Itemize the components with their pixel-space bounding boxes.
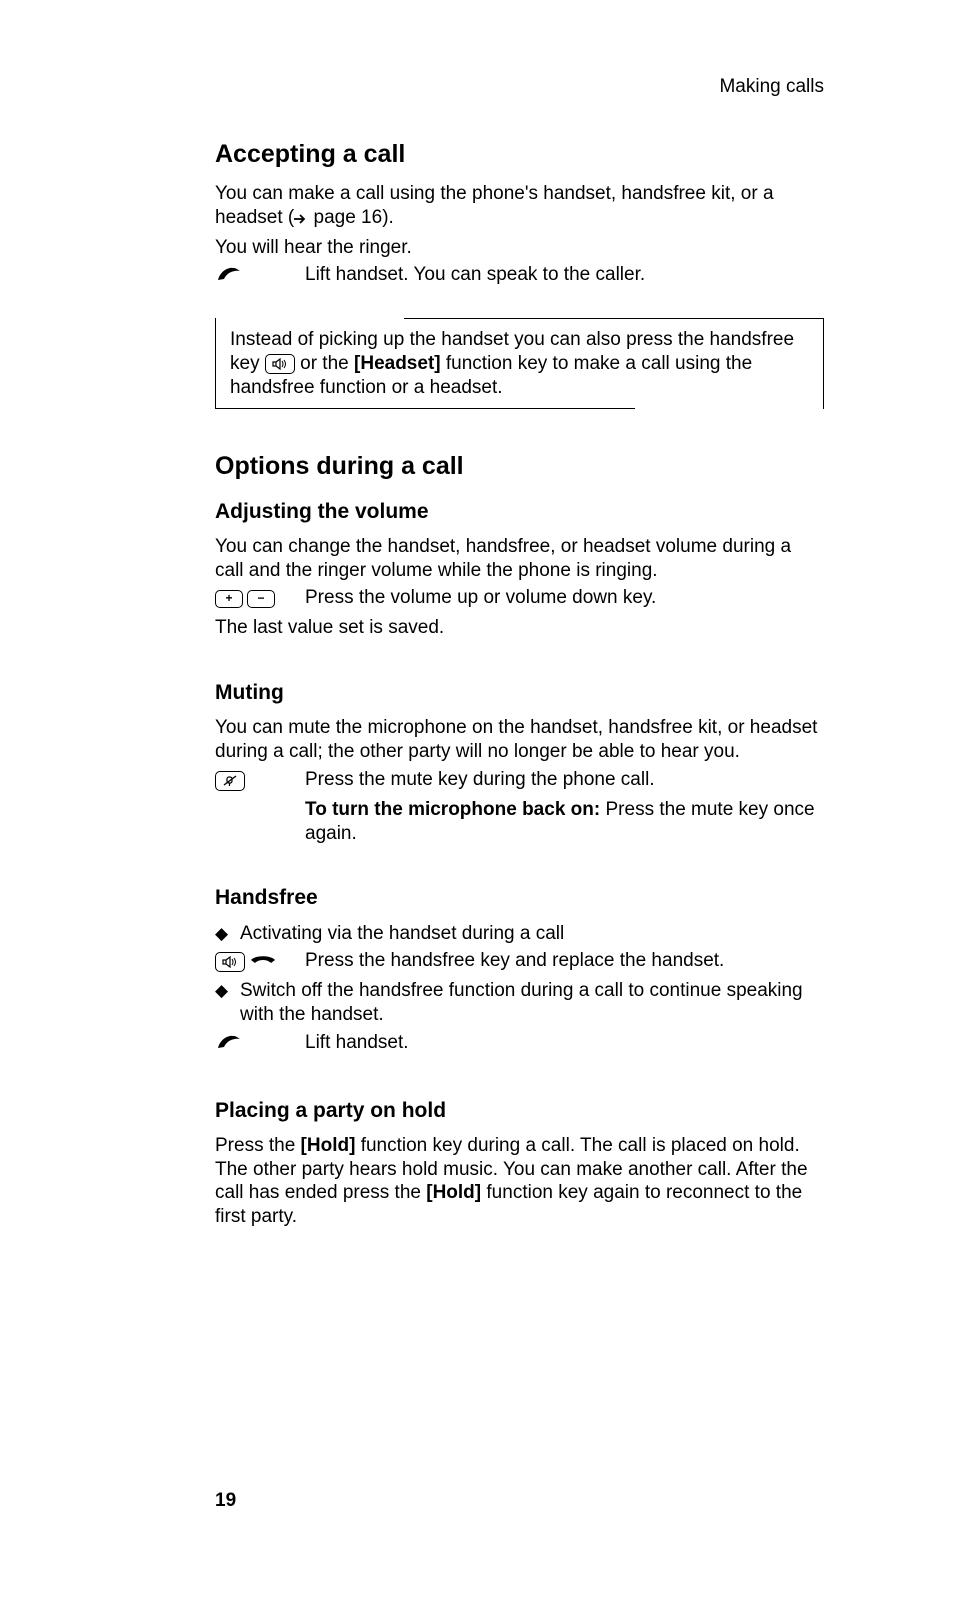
heading-options-call: Options during a call bbox=[215, 451, 824, 482]
step-lift-handset-2: Lift handset. bbox=[215, 1031, 824, 1058]
headset-key-label: [Headset] bbox=[354, 353, 441, 374]
step-text: Lift handset. bbox=[305, 1031, 824, 1055]
arrow-right-icon bbox=[294, 208, 308, 232]
paragraph: You will hear the ringer. bbox=[215, 236, 824, 260]
diamond-bullet-icon: ◆ bbox=[215, 922, 240, 946]
step-volume: + − Press the volume up or volume down k… bbox=[215, 586, 824, 612]
step-handsfree-on: Press the handsfree key and replace the … bbox=[215, 949, 824, 975]
paragraph: Press the [Hold] function key during a c… bbox=[215, 1134, 824, 1229]
replace-handset-icon bbox=[249, 950, 277, 974]
page-number: 19 bbox=[215, 1489, 824, 1513]
step-lift-handset: Lift handset. You can speak to the calle… bbox=[215, 263, 824, 290]
paragraph: You can make a call using the phone's ha… bbox=[215, 182, 824, 232]
bullet-item: ◆ Switch off the handsfree function duri… bbox=[215, 979, 824, 1027]
step-unmute: To turn the microphone back on: Press th… bbox=[215, 798, 824, 846]
running-head: Making calls bbox=[215, 75, 824, 99]
subheading-handsfree: Handsfree bbox=[215, 885, 824, 911]
handsfree-key-icon bbox=[215, 952, 245, 972]
text: or the bbox=[295, 353, 354, 374]
step-text: Press the volume up or volume down key. bbox=[305, 586, 824, 610]
heading-accepting-call: Accepting a call bbox=[215, 139, 824, 170]
bullet-text: Switch off the handsfree function during… bbox=[240, 979, 824, 1027]
bold-text: To turn the microphone back on: bbox=[305, 799, 600, 820]
subheading-hold: Placing a party on hold bbox=[215, 1098, 824, 1124]
step-text: To turn the microphone back on: Press th… bbox=[305, 798, 824, 846]
lift-handset-icon bbox=[215, 263, 247, 290]
volume-down-key-icon: − bbox=[247, 590, 275, 608]
volume-up-key-icon: + bbox=[215, 590, 243, 608]
text: page 16). bbox=[308, 207, 394, 228]
bullet-item: ◆ Activating via the handset during a ca… bbox=[215, 922, 824, 946]
step-text: Lift handset. You can speak to the calle… bbox=[305, 263, 824, 287]
hold-key-label: [Hold] bbox=[301, 1135, 356, 1156]
page: Making calls Accepting a call You can ma… bbox=[0, 0, 954, 1613]
paragraph: The last value set is saved. bbox=[215, 616, 824, 640]
paragraph: You can change the handset, handsfree, o… bbox=[215, 535, 824, 583]
note-box: Instead of picking up the handset you ca… bbox=[215, 318, 824, 409]
mute-key-icon bbox=[215, 771, 245, 791]
step-mute: Press the mute key during the phone call… bbox=[215, 768, 824, 794]
step-text: Press the handsfree key and replace the … bbox=[305, 949, 824, 973]
handsfree-key-icon bbox=[265, 354, 295, 374]
text: Press the bbox=[215, 1135, 301, 1156]
lift-handset-icon bbox=[215, 1031, 247, 1058]
subheading-muting: Muting bbox=[215, 680, 824, 706]
bullet-text: Activating via the handset during a call bbox=[240, 922, 824, 946]
paragraph: You can mute the microphone on the hands… bbox=[215, 716, 824, 764]
hold-key-label: [Hold] bbox=[426, 1182, 481, 1203]
diamond-bullet-icon: ◆ bbox=[215, 979, 240, 1003]
step-text: Press the mute key during the phone call… bbox=[305, 768, 824, 792]
subheading-volume: Adjusting the volume bbox=[215, 499, 824, 525]
